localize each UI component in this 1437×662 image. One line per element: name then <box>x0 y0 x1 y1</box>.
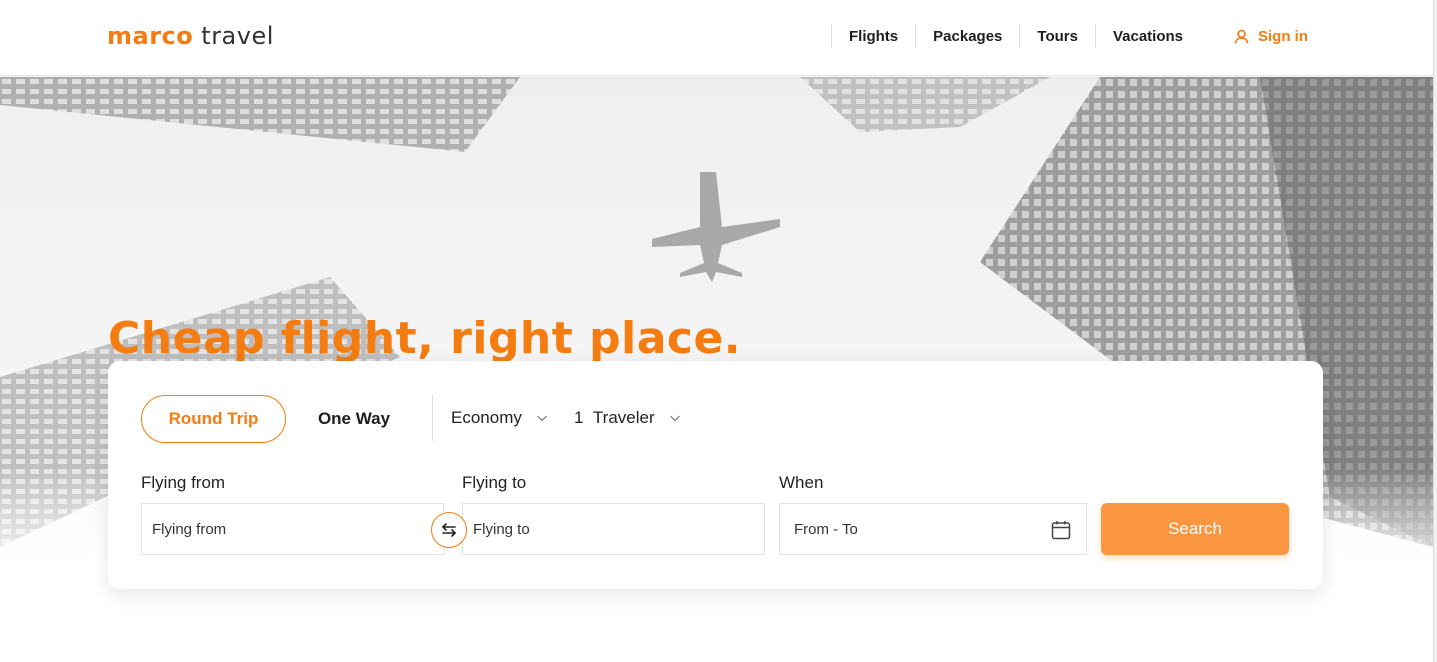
flying-from-input[interactable]: Flying from <box>141 503 444 555</box>
flying-to-label: Flying to <box>462 473 527 492</box>
round-trip-button[interactable]: Round Trip <box>141 395 286 443</box>
sign-in-link[interactable]: Sign in <box>1200 24 1433 48</box>
when-label: When <box>779 473 824 492</box>
logo[interactable]: marco travel <box>107 20 274 51</box>
cabin-class-value: Economy <box>451 408 522 427</box>
user-icon <box>1234 29 1249 43</box>
logo-brand: marco <box>107 22 194 50</box>
travelers-value: 1 Traveler <box>574 408 655 428</box>
chevron-down-icon <box>536 415 547 422</box>
site-header: marco travel Flights Packages Tours Vaca… <box>0 0 1433 76</box>
one-way-button[interactable]: One Way <box>304 395 404 443</box>
date-range-input[interactable]: From - To <box>779 503 1087 555</box>
travelers-select[interactable]: 1 Traveler <box>574 405 681 431</box>
scrollbar[interactable] <box>1433 0 1437 662</box>
travelers-label: Traveler <box>592 408 655 427</box>
hero-headline: Cheap flight, right place. <box>108 313 742 364</box>
flying-from-label: Flying from <box>141 473 226 492</box>
flying-from-placeholder: Flying from <box>152 520 227 538</box>
airplane-icon <box>652 172 780 282</box>
flying-to-input[interactable]: Flying to <box>462 503 765 555</box>
date-range-placeholder: From - To <box>794 520 858 538</box>
flying-to-placeholder: Flying to <box>473 520 530 538</box>
nav-vacations[interactable]: Vacations <box>1094 24 1200 48</box>
nav-flights[interactable]: Flights <box>830 24 915 48</box>
main-nav: Flights Packages Tours Vacations Sign in <box>830 24 1433 48</box>
nav-packages[interactable]: Packages <box>915 24 1019 48</box>
divider <box>432 395 433 441</box>
swap-arrows-icon <box>442 523 456 537</box>
flight-search-card: Round Trip One Way Economy 1 Traveler Fl… <box>108 361 1323 589</box>
swap-button[interactable] <box>431 512 467 548</box>
travelers-count: 1 <box>574 408 584 427</box>
logo-suffix: travel <box>201 22 274 50</box>
sign-in-label: Sign in <box>1258 27 1308 45</box>
nav-tours[interactable]: Tours <box>1019 24 1095 48</box>
search-button[interactable]: Search <box>1101 503 1289 555</box>
cabin-class-select[interactable]: Economy <box>451 405 548 431</box>
chevron-down-icon <box>669 415 680 422</box>
calendar-icon <box>1051 521 1071 540</box>
